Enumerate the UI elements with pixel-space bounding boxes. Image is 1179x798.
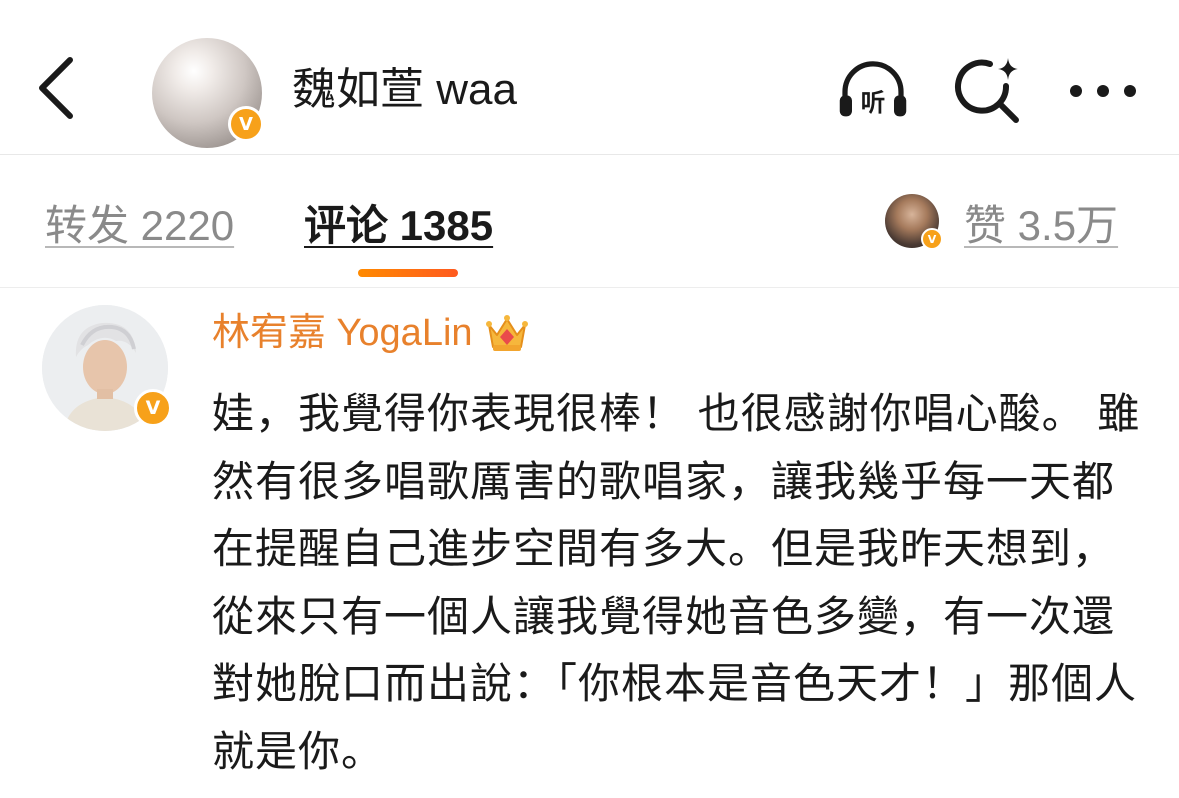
search-button[interactable] [954,56,1024,126]
chevron-left-icon [39,57,73,119]
tab-like[interactable]: 赞 3.5万 [964,198,1118,254]
author-name-text: 林宥嘉 YogaLin [212,312,473,354]
verified-badge: V [228,106,264,142]
tab-repost[interactable]: 转发 2220 [45,198,234,254]
back-button[interactable] [26,52,86,124]
comment-body: 娃，我覺得你表現很棒！ 也很感謝你唱心酸。 雖然有很多唱歌厲害的歌唱家，讓我幾乎… [212,390,1141,775]
listen-label: 听 [861,88,886,117]
headphones-icon: 听 [839,61,907,117]
tab-comment[interactable]: 评论 1385 [304,198,493,254]
liker-avatar[interactable]: V [885,194,943,250]
comment-author-avatar[interactable]: V [42,305,172,431]
page-title[interactable]: 魏如萱 waa [292,62,517,118]
top-bar: V 魏如萱 waa 听 [0,0,1179,155]
more-button[interactable] [1068,56,1138,126]
comment-author-name[interactable]: 林宥嘉 YogaLin [212,305,531,361]
search-sparkle-icon [955,58,1019,123]
liker-verified-badge: V [921,228,943,250]
profile-avatar[interactable]: V [152,38,264,148]
active-tab-indicator [358,269,458,277]
more-dots-icon [1070,85,1136,97]
tab-bar: 转发 2220 评论 1385 V 赞 3.5万 [0,156,1179,288]
crown-icon [485,315,528,351]
author-verified-badge: V [134,389,172,427]
listen-button[interactable]: 听 [838,56,908,126]
